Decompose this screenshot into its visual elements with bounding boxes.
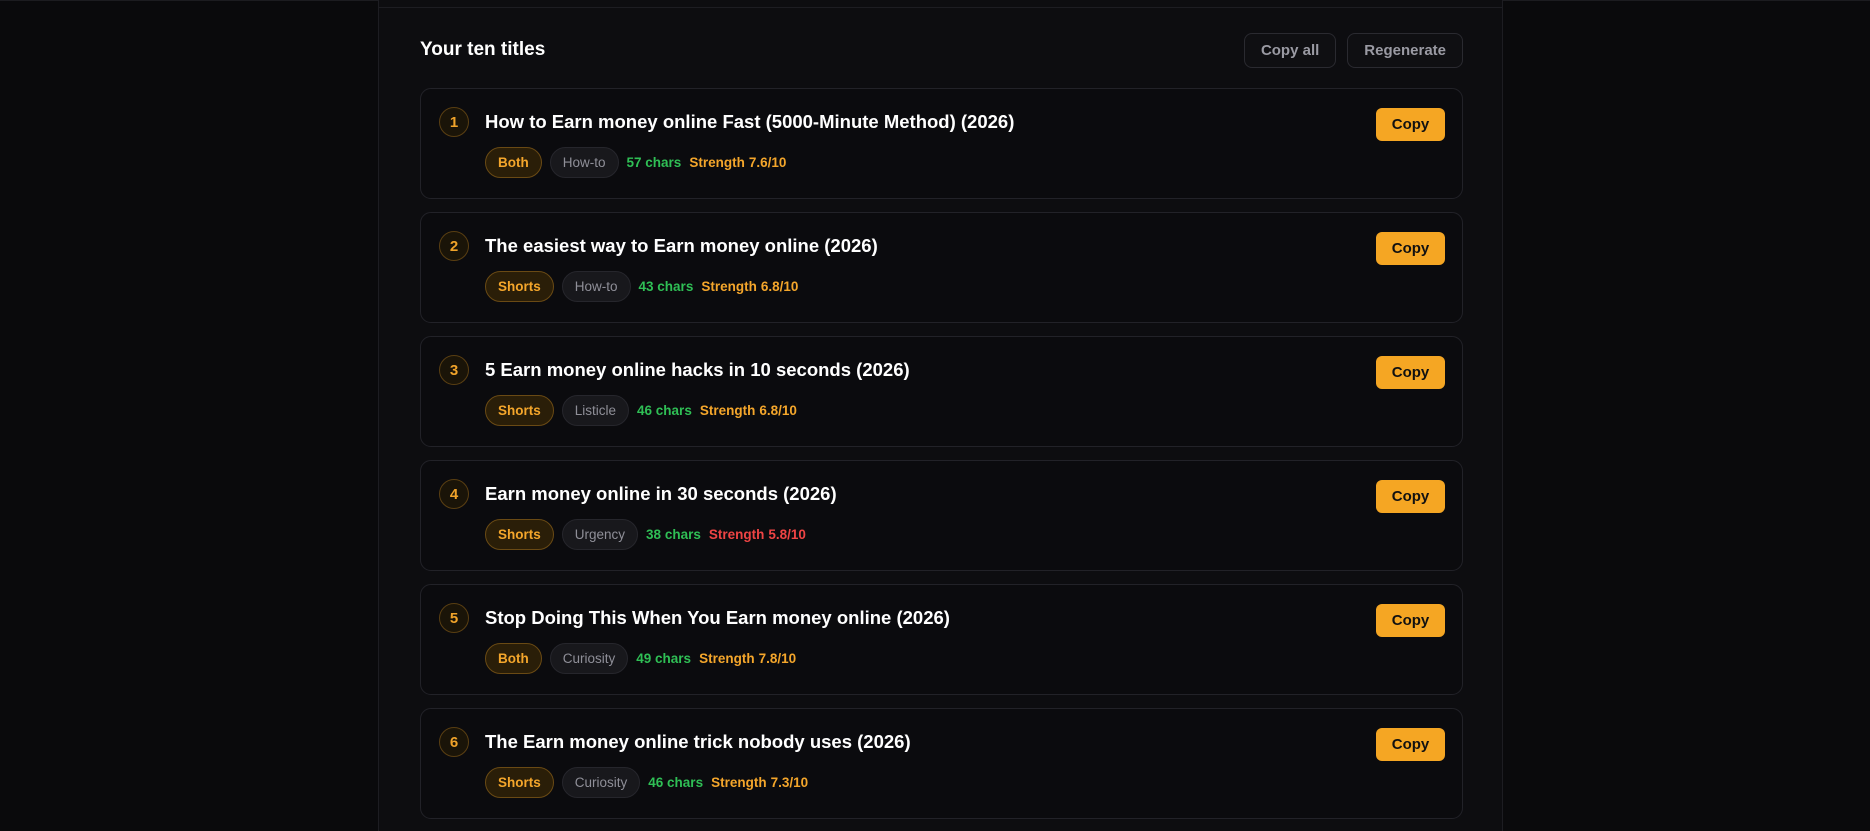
title-text: How to Earn money online Fast (5000-Minu… [485, 111, 1015, 132]
style-tag: Listicle [561, 395, 630, 426]
title-card: 1 How to Earn money online Fast (5000-Mi… [420, 88, 1463, 199]
copy-button[interactable]: Copy [1376, 108, 1445, 141]
style-tag: How-to [561, 271, 631, 302]
format-tag: Both [485, 147, 542, 178]
header-actions: Copy all Regenerate [1243, 33, 1463, 68]
style-tag: Curiosity [549, 643, 629, 674]
results-header: Your ten titles Copy all Regenerate [420, 30, 1463, 70]
title-text: The easiest way to Earn money online (20… [485, 235, 878, 256]
strength-value: 7.6/10 [748, 155, 787, 170]
regenerate-button[interactable]: Regenerate [1347, 33, 1463, 68]
char-count: 57 chars [626, 155, 682, 170]
title-card: 2 The easiest way to Earn money online (… [420, 212, 1463, 323]
title-text: 5 Earn money online hacks in 10 seconds … [485, 359, 910, 380]
strength-value: 7.3/10 [770, 775, 809, 790]
char-count: 49 chars [636, 651, 692, 666]
strength-score: Strength 7.3/10 [711, 775, 808, 790]
style-tag: Urgency [561, 519, 639, 550]
title-number-badge: 1 [439, 107, 469, 137]
divider [379, 7, 1502, 8]
title-meta: Shorts Listicle 46 chars Strength 6.8/10 [485, 395, 797, 426]
copy-button[interactable]: Copy [1376, 232, 1445, 265]
copy-all-button[interactable]: Copy all [1243, 33, 1337, 68]
strength-label: Strength [689, 155, 745, 170]
strength-score: Strength 6.8/10 [701, 279, 798, 294]
format-tag: Shorts [485, 767, 554, 798]
title-number-badge: 5 [439, 603, 469, 633]
strength-label: Strength [708, 527, 765, 542]
char-count: 38 chars [646, 527, 701, 542]
copy-button[interactable]: Copy [1376, 604, 1445, 637]
strength-label: Strength [701, 279, 757, 294]
title-card: 4 Earn money online in 30 seconds (2026)… [420, 460, 1463, 571]
strength-value: 6.8/10 [760, 279, 799, 294]
title-meta: Shorts Urgency 38 chars Strength 5.8/10 [485, 519, 806, 550]
strength-score: Strength 5.8/10 [709, 527, 806, 542]
section-title: Your ten titles [420, 39, 546, 60]
strength-score: Strength 7.6/10 [689, 155, 786, 170]
copy-button[interactable]: Copy [1376, 728, 1445, 761]
results-panel: Your ten titles Copy all Regenerate 1 Ho… [378, 0, 1503, 831]
title-number-badge: 6 [439, 727, 469, 757]
title-meta: Both Curiosity 49 chars Strength 7.8/10 [485, 643, 796, 674]
char-count: 43 chars [638, 279, 694, 294]
title-meta: Shorts How-to 43 chars Strength 6.8/10 [485, 271, 798, 302]
title-meta: Both How-to 57 chars Strength 7.6/10 [485, 147, 786, 178]
style-tag: Curiosity [561, 767, 641, 798]
copy-button[interactable]: Copy [1376, 356, 1445, 389]
strength-score: Strength 6.8/10 [700, 403, 797, 418]
title-text: The Earn money online trick nobody uses … [485, 731, 911, 752]
format-tag: Both [485, 643, 542, 674]
title-number-badge: 4 [439, 479, 469, 509]
format-tag: Shorts [485, 395, 554, 426]
title-card: 5 Stop Doing This When You Earn money on… [420, 584, 1463, 695]
strength-value: 6.8/10 [759, 403, 797, 418]
title-text: Earn money online in 30 seconds (2026) [485, 483, 837, 504]
strength-score: Strength 7.8/10 [699, 651, 796, 666]
strength-label: Strength [699, 651, 755, 666]
char-count: 46 chars [637, 403, 692, 418]
copy-button[interactable]: Copy [1376, 480, 1445, 513]
format-tag: Shorts [485, 271, 554, 302]
page: Your ten titles Copy all Regenerate 1 Ho… [0, 0, 1870, 831]
strength-value: 7.8/10 [758, 651, 797, 666]
title-card: 3 5 Earn money online hacks in 10 second… [420, 336, 1463, 447]
strength-label: Strength [699, 403, 756, 418]
char-count: 46 chars [648, 775, 704, 790]
strength-label: Strength [711, 775, 767, 790]
title-meta: Shorts Curiosity 46 chars Strength 7.3/10 [485, 767, 808, 798]
title-number-badge: 3 [439, 355, 469, 385]
format-tag: Shorts [485, 519, 554, 550]
title-list: 1 How to Earn money online Fast (5000-Mi… [420, 88, 1463, 831]
strength-value: 5.8/10 [768, 527, 806, 542]
title-text: Stop Doing This When You Earn money onli… [485, 607, 950, 628]
title-number-badge: 2 [439, 231, 469, 261]
title-card: 6 The Earn money online trick nobody use… [420, 708, 1463, 819]
style-tag: How-to [549, 147, 619, 178]
